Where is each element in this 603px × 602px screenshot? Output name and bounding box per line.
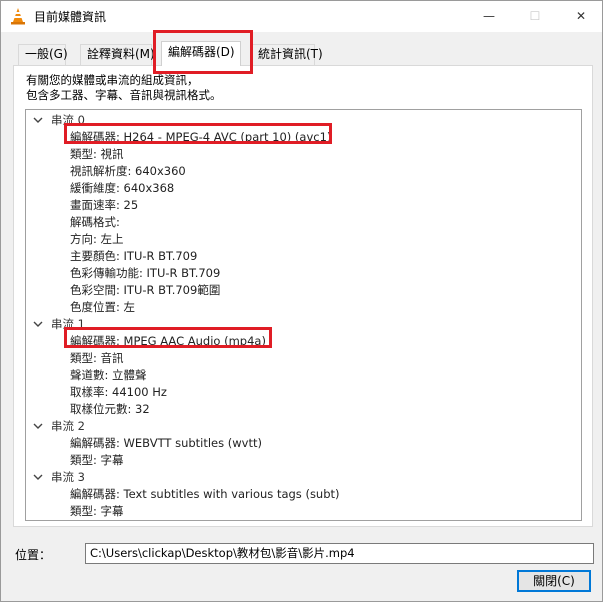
maximize-icon: ☐ xyxy=(529,9,541,23)
stream-node-0[interactable]: 串流 0 xyxy=(26,112,581,129)
stream-label: 串流 1 xyxy=(51,317,85,331)
stream-label: 串流 3 xyxy=(51,470,85,484)
stream-node-1[interactable]: 串流 1 xyxy=(26,316,581,333)
stream0-transfer: 色彩傳輸功能: ITU-R BT.709 xyxy=(70,266,221,280)
close-window-button[interactable]: ✕ xyxy=(558,1,603,31)
stream0-decoded-format: 解碼格式: xyxy=(70,215,120,229)
stream0-video-resolution: 視訊解析度: 640x360 xyxy=(70,164,186,178)
stream1-bits-per-sample: 取樣位元數: 32 xyxy=(70,402,150,416)
stream1-type: 類型: 音訊 xyxy=(70,351,124,365)
stream1-sample-rate: 取樣率: 44100 Hz xyxy=(70,385,167,399)
chevron-down-icon[interactable] xyxy=(32,114,44,126)
stream-node-3[interactable]: 串流 3 xyxy=(26,469,581,486)
stream0-codec: 編解碼器: H264 - MPEG-4 AVC (part 10) (avc1) xyxy=(70,130,332,144)
location-field[interactable]: C:\Users\clickap\Desktop\教材包\影音\影片.mp4 xyxy=(85,543,594,564)
stream3-codec: 編解碼器: Text subtitles with various tags (… xyxy=(70,487,340,501)
vlc-cone-icon xyxy=(10,7,26,25)
tab-bar: 一般(G) 詮釋資料(M) 編解碼器(D) 統計資訊(T) xyxy=(1,32,602,66)
stream3-type: 類型: 字幕 xyxy=(70,504,124,518)
codec-tree[interactable]: 串流 0 編解碼器: H264 - MPEG-4 AVC (part 10) (… xyxy=(25,109,582,521)
stream2-type: 類型: 字幕 xyxy=(70,453,124,467)
stream0-frame-rate: 畫面速率: 25 xyxy=(70,198,139,212)
codec-description: 有關您的媒體或串流的組成資訊， 包含多工器、字幕、音訊與視訊格式。 xyxy=(26,73,222,103)
stream0-buffer-dimensions: 緩衝維度: 640x368 xyxy=(70,181,175,195)
description-line-1: 有關您的媒體或串流的組成資訊， xyxy=(26,73,199,87)
stream1-channels: 聲道數: 立體聲 xyxy=(70,368,147,382)
minimize-button[interactable]: — xyxy=(466,1,512,31)
stream0-orientation: 方向: 左上 xyxy=(70,232,124,246)
media-info-window: 目前媒體資訊 — ☐ ✕ 一般(G) 詮釋資料(M) 編解碼器(D) 統計資訊(… xyxy=(0,0,603,602)
tab-general[interactable]: 一般(G) xyxy=(18,44,68,65)
title-bar: 目前媒體資訊 — ☐ ✕ xyxy=(1,1,602,32)
codec-panel: 有關您的媒體或串流的組成資訊， 包含多工器、字幕、音訊與視訊格式。 串流 0 編… xyxy=(13,65,593,527)
stream2-codec: 編解碼器: WEBVTT subtitles (wvtt) xyxy=(70,436,262,450)
chevron-down-icon[interactable] xyxy=(32,420,44,432)
stream0-type: 類型: 視訊 xyxy=(70,147,124,161)
chevron-down-icon[interactable] xyxy=(32,318,44,330)
close-button[interactable]: 關閉(C) xyxy=(517,570,591,592)
close-icon: ✕ xyxy=(575,9,587,23)
window-title: 目前媒體資訊 xyxy=(34,10,107,24)
tab-metadata[interactable]: 詮釋資料(M) xyxy=(80,44,155,65)
stream-label: 串流 2 xyxy=(51,419,85,433)
stream1-codec: 編解碼器: MPEG AAC Audio (mp4a) xyxy=(70,334,266,348)
stream0-color-space: 色彩空間: ITU-R BT.709範圍 xyxy=(70,283,221,297)
minimize-icon: — xyxy=(483,9,495,23)
stream-node-2[interactable]: 串流 2 xyxy=(26,418,581,435)
stream0-primaries: 主要顏色: ITU-R BT.709 xyxy=(70,249,198,263)
stream0-chroma-location: 色度位置: 左 xyxy=(70,300,136,314)
location-label: 位置： xyxy=(15,548,52,562)
stream-label: 串流 0 xyxy=(51,113,85,127)
maximize-button[interactable]: ☐ xyxy=(512,1,558,31)
tab-codec[interactable]: 編解碼器(D) xyxy=(161,41,241,66)
tab-statistics[interactable]: 統計資訊(T) xyxy=(251,44,323,65)
description-line-2: 包含多工器、字幕、音訊與視訊格式。 xyxy=(26,88,222,102)
chevron-down-icon[interactable] xyxy=(32,471,44,483)
